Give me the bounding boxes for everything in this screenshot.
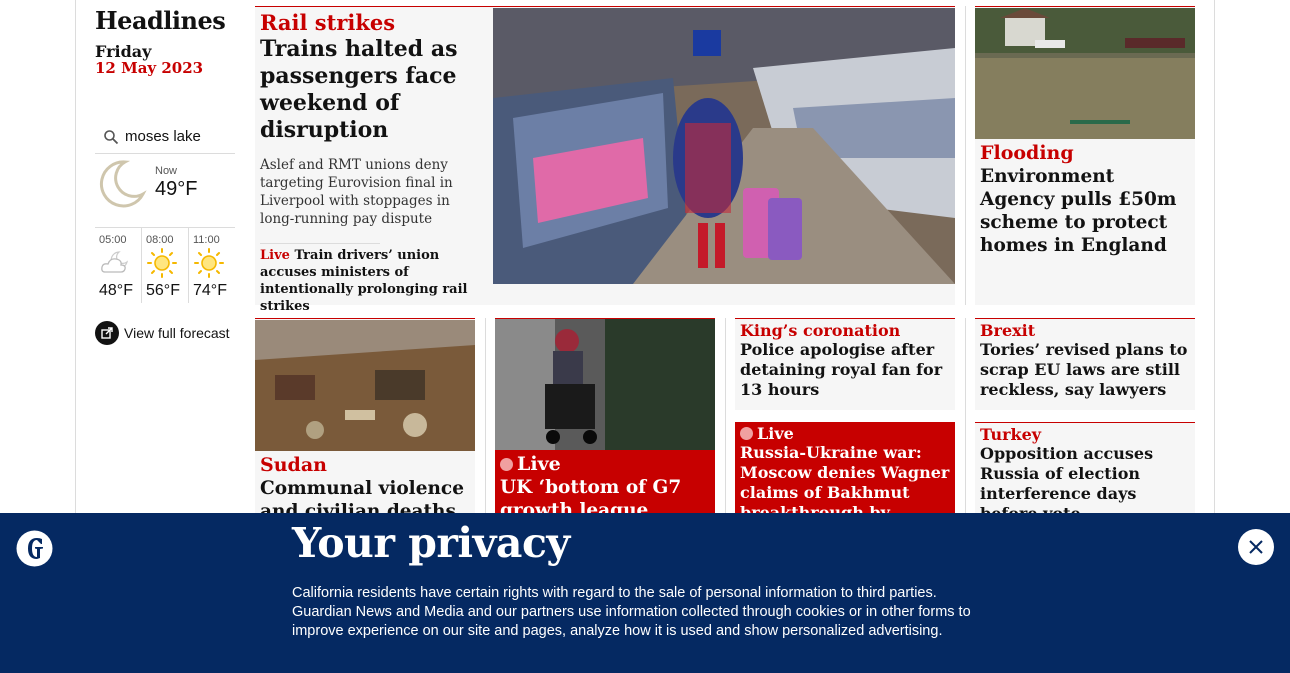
external-link-icon xyxy=(95,321,119,345)
flood-story-card[interactable]: Flooding Environment Agency pulls £50m s… xyxy=(975,6,1195,305)
forecast-temp: 74°F xyxy=(193,282,227,299)
view-full-forecast-label: View full forecast xyxy=(124,325,230,341)
main-story-headline[interactable]: Trains halted as passengers face weekend… xyxy=(260,36,485,144)
forecast-time: 08:00 xyxy=(146,234,174,246)
brexit-story-kicker: Brexit xyxy=(980,321,1036,340)
sun-icon xyxy=(194,248,224,278)
live-tag: Live xyxy=(260,248,290,263)
forecast-slot: 08:00 56°F xyxy=(141,228,188,303)
live-label: Live xyxy=(517,453,561,475)
sun-icon xyxy=(147,248,177,278)
turkey-story-headline[interactable]: Opposition accuses Russia of election in… xyxy=(980,444,1192,524)
kings-story-headline[interactable]: Police apologise after detaining royal f… xyxy=(740,340,952,400)
flood-story-headline[interactable]: Environment Agency pulls £50m scheme to … xyxy=(980,165,1190,257)
weather-now-temp: 49°F xyxy=(155,178,198,200)
kings-story-card[interactable]: King’s coronation Police apologise after… xyxy=(735,318,955,410)
section-title: Headlines xyxy=(95,6,226,35)
privacy-banner: Your privacy California residents have c… xyxy=(0,513,1290,673)
forecast-temp: 48°F xyxy=(99,282,133,299)
forecast-time: 05:00 xyxy=(99,234,127,246)
sudan-story-image xyxy=(255,320,475,451)
flood-story-image xyxy=(975,8,1195,139)
weather-forecast: 05:00 48°F 08:00 56°F 11:00 74°F xyxy=(95,227,235,303)
forecast-time: 11:00 xyxy=(193,234,220,246)
close-icon xyxy=(1249,540,1263,554)
sudan-story-card[interactable]: Sudan Communal violence and civilian dea… xyxy=(255,318,475,545)
live-dot-icon xyxy=(740,427,753,440)
live-badge: Live xyxy=(740,424,794,443)
forecast-temp: 56°F xyxy=(146,282,180,299)
column-divider xyxy=(725,318,726,518)
weather-location-search[interactable]: moses lake xyxy=(95,120,235,154)
divider xyxy=(260,243,380,244)
flood-story-kicker: Flooding xyxy=(980,142,1074,164)
brexit-story-card[interactable]: Brexit Tories’ revised plans to scrap EU… xyxy=(975,318,1195,410)
uk-story-image xyxy=(495,319,715,450)
main-story-sublink[interactable]: Live Train drivers’ union accuses minist… xyxy=(260,247,485,315)
turkey-story-kicker: Turkey xyxy=(980,425,1042,444)
location-value: moses lake xyxy=(125,128,201,145)
live-badge: Live xyxy=(500,453,561,475)
view-full-forecast-link[interactable]: View full forecast xyxy=(95,321,230,345)
privacy-title: Your privacy xyxy=(292,519,570,567)
main-story-image xyxy=(493,8,955,284)
cloudy-night-icon xyxy=(101,251,129,273)
privacy-body: California residents have certain rights… xyxy=(292,585,971,639)
live-label: Live xyxy=(757,424,794,443)
column-divider xyxy=(965,6,966,305)
uk-story-card[interactable]: Live UK ‘bottom of G7 growth league tabl… xyxy=(495,318,715,544)
search-icon xyxy=(104,129,119,144)
live-dot-icon xyxy=(500,457,513,471)
main-story-kicker: Rail strikes xyxy=(260,10,396,35)
guardian-logo-icon xyxy=(16,530,53,567)
sublink-text: Train drivers’ union accuses ministers o… xyxy=(260,248,468,314)
forecast-slot: 05:00 48°F xyxy=(95,228,141,303)
sudan-story-kicker: Sudan xyxy=(260,454,327,476)
kings-story-kicker: King’s coronation xyxy=(740,321,901,340)
brexit-story-headline[interactable]: Tories’ revised plans to scrap EU laws a… xyxy=(980,340,1192,400)
main-story-card[interactable]: Rail strikes Trains halted as passengers… xyxy=(255,6,955,314)
column-divider xyxy=(485,318,486,518)
close-button[interactable] xyxy=(1238,529,1274,565)
main-story-standfirst: Aslef and RMT unions deny targeting Euro… xyxy=(260,157,453,227)
column-divider xyxy=(965,318,966,518)
date-full: 12 May 2023 xyxy=(95,59,204,77)
forecast-slot: 11:00 74°F xyxy=(188,228,235,303)
weather-now-label: Now xyxy=(155,165,178,177)
moon-icon xyxy=(100,160,147,208)
